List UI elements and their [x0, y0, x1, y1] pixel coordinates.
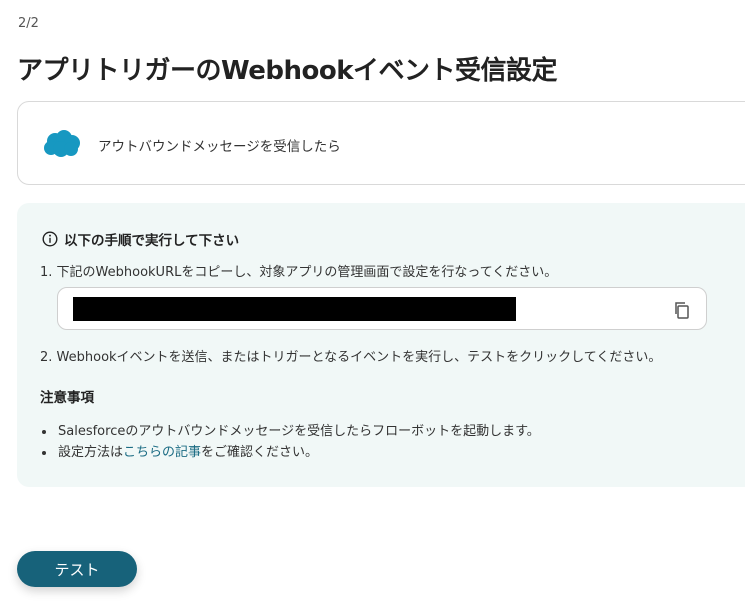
- instruction-step-2: 2. Webhookイベントを送信、またはトリガーとなるイベントを実行し、テスト…: [40, 350, 662, 365]
- salesforce-cloud-icon: [44, 130, 80, 157]
- note-item: 設定方法はこちらの記事をご確認ください。: [56, 442, 540, 463]
- article-link[interactable]: こちらの記事: [123, 445, 201, 460]
- webhook-settings-page: 2/2 アプリトリガーのWebhookイベント受信設定 アウトバウンドメッセージ…: [0, 0, 745, 603]
- note-text: をご確認ください。: [201, 445, 319, 460]
- instructions-heading-text: 以下の手順で実行して下さい: [64, 233, 240, 249]
- test-button[interactable]: テスト: [17, 551, 137, 587]
- notes-heading: 注意事項: [40, 390, 94, 406]
- step-indicator: 2/2: [18, 16, 39, 31]
- copy-icon[interactable]: [672, 300, 692, 320]
- instructions-box: 以下の手順で実行して下さい 1. 下記のWebhookURLをコピーし、対象アプ…: [17, 203, 745, 487]
- webhook-url-value[interactable]: [73, 297, 516, 321]
- notes-list: Salesforceのアウトバウンドメッセージを受信したらフローボットを起動しま…: [40, 421, 540, 463]
- instruction-step-1: 1. 下記のWebhookURLをコピーし、対象アプリの管理画面で設定を行なって…: [40, 265, 558, 280]
- info-icon: [42, 231, 58, 247]
- note-item: Salesforceのアウトバウンドメッセージを受信したらフローボットを起動しま…: [56, 421, 540, 442]
- webhook-url-field[interactable]: [57, 287, 707, 330]
- instructions-heading: 以下の手順で実行して下さい: [42, 229, 239, 249]
- trigger-label: アウトバウンドメッセージを受信したら: [98, 139, 341, 155]
- app-trigger-card[interactable]: アウトバウンドメッセージを受信したら: [17, 101, 745, 185]
- page-title: アプリトリガーのWebhookイベント受信設定: [17, 56, 558, 86]
- note-text: 設定方法は: [58, 445, 124, 460]
